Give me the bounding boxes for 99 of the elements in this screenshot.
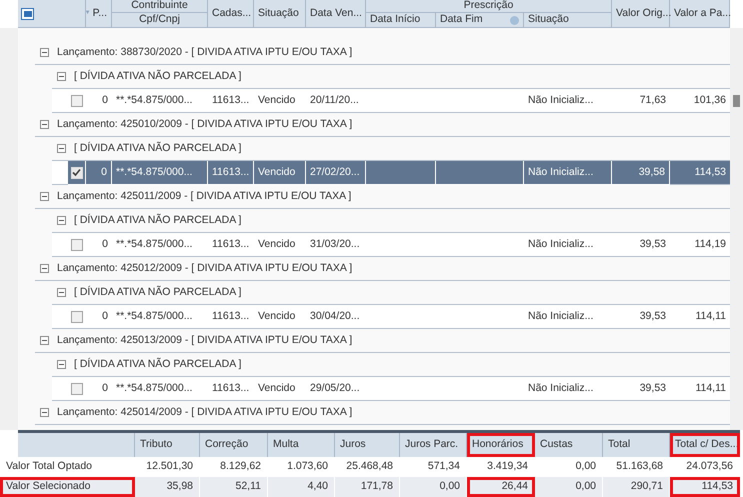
totals-cell: 0,00: [535, 477, 603, 497]
group-label: Lançamento: 425013/2009 - [ DIVIDA ATIVA IPTU E/OU TAXA ]: [57, 332, 352, 348]
table-cell-text: 0: [101, 164, 107, 180]
table-cell-text: Vencido: [258, 380, 296, 396]
subgroup-label: [ DÍVIDA ATIVA NÃO PARCELADA ]: [74, 68, 242, 84]
table-row[interactable]: 0 **.*54.875/000... 11613... Vencido 31/03/20... Não Inicializ... 39,53 114,19: [18, 233, 730, 257]
table-cell-text: **.*54.875/000...: [116, 380, 192, 396]
totals-row-label: Valor Total Optado: [5, 459, 93, 474]
totals-cell: 171,78: [335, 477, 400, 497]
collapse-icon[interactable]: [40, 120, 49, 129]
collapse-icon[interactable]: [57, 288, 66, 297]
table-cell-text: **.*54.875/000...: [116, 92, 192, 108]
collapse-icon[interactable]: [40, 192, 49, 201]
totals-cell: 52,11: [200, 477, 268, 497]
totals-column-header: Custas: [535, 433, 603, 457]
table-cell-text: 39,53: [640, 308, 666, 324]
select-all-checkbox[interactable]: [21, 8, 34, 20]
table-cell-text: 71,63: [640, 92, 666, 108]
table-cell-text: 0: [102, 380, 108, 396]
table-cell-text: 114,53: [694, 164, 726, 180]
scrollbar-thumb[interactable]: [733, 95, 740, 107]
table-cell-text: 20/11/20...: [310, 92, 359, 108]
table-cell-text: 11613...: [212, 236, 250, 252]
column-group-header: Prescrição: [366, 0, 612, 13]
table-cell-text: 0: [102, 236, 108, 252]
group-label: Lançamento: 425012/2009 - [ DIVIDA ATIVA IPTU E/OU TAXA ]: [57, 260, 352, 276]
table-cell-text: 114,19: [694, 236, 726, 252]
table-cell-text: 27/02/20...: [310, 164, 360, 180]
totals-column-header: Honorários: [467, 433, 535, 457]
table-cell-text: 0: [102, 308, 108, 324]
table-cell-text: Não Inicializ...: [528, 308, 594, 324]
totals-cell: 35,98: [135, 477, 200, 497]
totals-column-header: Tributo: [135, 433, 200, 457]
table-cell-text: 39,53: [640, 380, 666, 396]
table-cell-text: Vencido: [258, 164, 296, 180]
table-cell-text: 39,53: [640, 236, 666, 252]
table-cell-text: 39,58: [638, 164, 665, 180]
table-cell-text: **.*54.875/000...: [116, 236, 192, 252]
totals-cell: 3.419,34: [467, 457, 535, 477]
table-cell-text: Não Inicializ...: [528, 236, 594, 252]
collapse-icon[interactable]: [40, 48, 49, 57]
totals-column-header: Juros Parc.: [400, 433, 467, 457]
totals-cell: 4,40: [268, 477, 335, 497]
table-row[interactable]: 0 **.*54.875/000... 11613... Vencido 20/11/20... Não Inicializ... 71,63 101,36: [18, 89, 730, 113]
collapse-icon[interactable]: [40, 264, 49, 273]
totals-column-header: Multa: [268, 433, 335, 457]
table-cell-text: 11613...: [212, 380, 250, 396]
table-row[interactable]: 0 **.*54.875/000... 11613... Vencido 29/05/20... Não Inicializ... 39,53 114,11: [18, 377, 730, 401]
table-cell-text: 29/05/20...: [310, 380, 360, 396]
collapse-icon[interactable]: [57, 144, 66, 153]
table-cell-text: 114,11: [695, 380, 726, 396]
table-cell-text: 11613...: [212, 164, 250, 180]
collapse-icon[interactable]: [40, 408, 49, 417]
totals-row-label: Valor Selecionado: [0, 477, 135, 497]
scrollbar[interactable]: [730, 28, 743, 430]
table-cell-text: 114,11: [695, 308, 726, 324]
table-cell-text: Não Inicializ...: [528, 164, 594, 180]
collapse-icon[interactable]: [57, 216, 66, 225]
table-row[interactable]: 0 **.*54.875/000... 11613... Vencido 30/04/20... Não Inicializ... 39,53 114,11: [18, 305, 730, 329]
group-label: Lançamento: 425010/2009 - [ DIVIDA ATIVA IPTU E/OU TAXA ]: [57, 116, 352, 132]
table-cell-text: 0: [102, 92, 108, 108]
table-cell-text: **.*54.875/000...: [116, 164, 192, 180]
totals-column-header: Total c/ Des...: [670, 433, 740, 457]
table-cell-text: Vencido: [258, 92, 296, 108]
row-checkbox[interactable]: [71, 382, 83, 394]
totals-cell: 114,53: [670, 477, 740, 497]
table-cell-text: 30/04/20...: [310, 308, 360, 324]
subgroup-label: [ DÍVIDA ATIVA NÃO PARCELADA ]: [74, 140, 242, 156]
column-header[interactable]: Data Fim: [440, 12, 483, 28]
table-row[interactable]: 0 **.*54.875/000... 11613... Vencido 27/02/20... Não Inicializ... 39,58 114,53: [18, 161, 730, 185]
table-cell-text: 31/03/20...: [310, 236, 360, 252]
collapse-icon[interactable]: [40, 336, 49, 345]
table-cell-text: Vencido: [258, 308, 296, 324]
totals-cell: 24.073,56: [670, 457, 740, 477]
row-checkbox[interactable]: [71, 238, 83, 250]
table-cell-text: **.*54.875/000...: [116, 308, 192, 324]
totals-column-header: Correção: [200, 433, 268, 457]
table-cell-text: Vencido: [258, 236, 296, 252]
totals-cell: 26,44: [467, 477, 535, 497]
table-cell-text: Não Inicializ...: [528, 380, 594, 396]
group-label: Lançamento: 425014/2009 - [ DIVIDA ATIVA IPTU E/OU TAXA ]: [57, 404, 352, 420]
row-checkbox[interactable]: [71, 94, 83, 106]
totals-column-header: Total: [603, 433, 670, 457]
subgroup-label: [ DÍVIDA ATIVA NÃO PARCELADA ]: [74, 212, 242, 228]
group-label: Lançamento: 425011/2009 - [ DIVIDA ATIVA IPTU E/OU TAXA ]: [57, 188, 352, 204]
group-label: Lançamento: 388730/2020 - [ DIVIDA ATIVA IPTU E/OU TAXA ]: [57, 44, 352, 60]
table-cell-text: 11613...: [212, 308, 250, 324]
table-cell-text: 11613...: [212, 92, 250, 108]
column-group-header: Contribuinte: [112, 0, 208, 13]
collapse-icon[interactable]: [57, 72, 66, 81]
collapse-icon[interactable]: [57, 360, 66, 369]
table-cell-text: 101,36: [694, 92, 726, 108]
totals-column-header: Juros: [335, 433, 400, 457]
subgroup-label: [ DÍVIDA ATIVA NÃO PARCELADA ]: [74, 284, 242, 300]
table-cell-text: Não Inicializ...: [528, 92, 594, 108]
totals-cell: 0,00: [400, 477, 467, 497]
totals-cell: 290,71: [603, 477, 670, 497]
row-checkbox[interactable]: [71, 310, 83, 322]
subgroup-label: [ DÍVIDA ATIVA NÃO PARCELADA ]: [74, 356, 242, 372]
